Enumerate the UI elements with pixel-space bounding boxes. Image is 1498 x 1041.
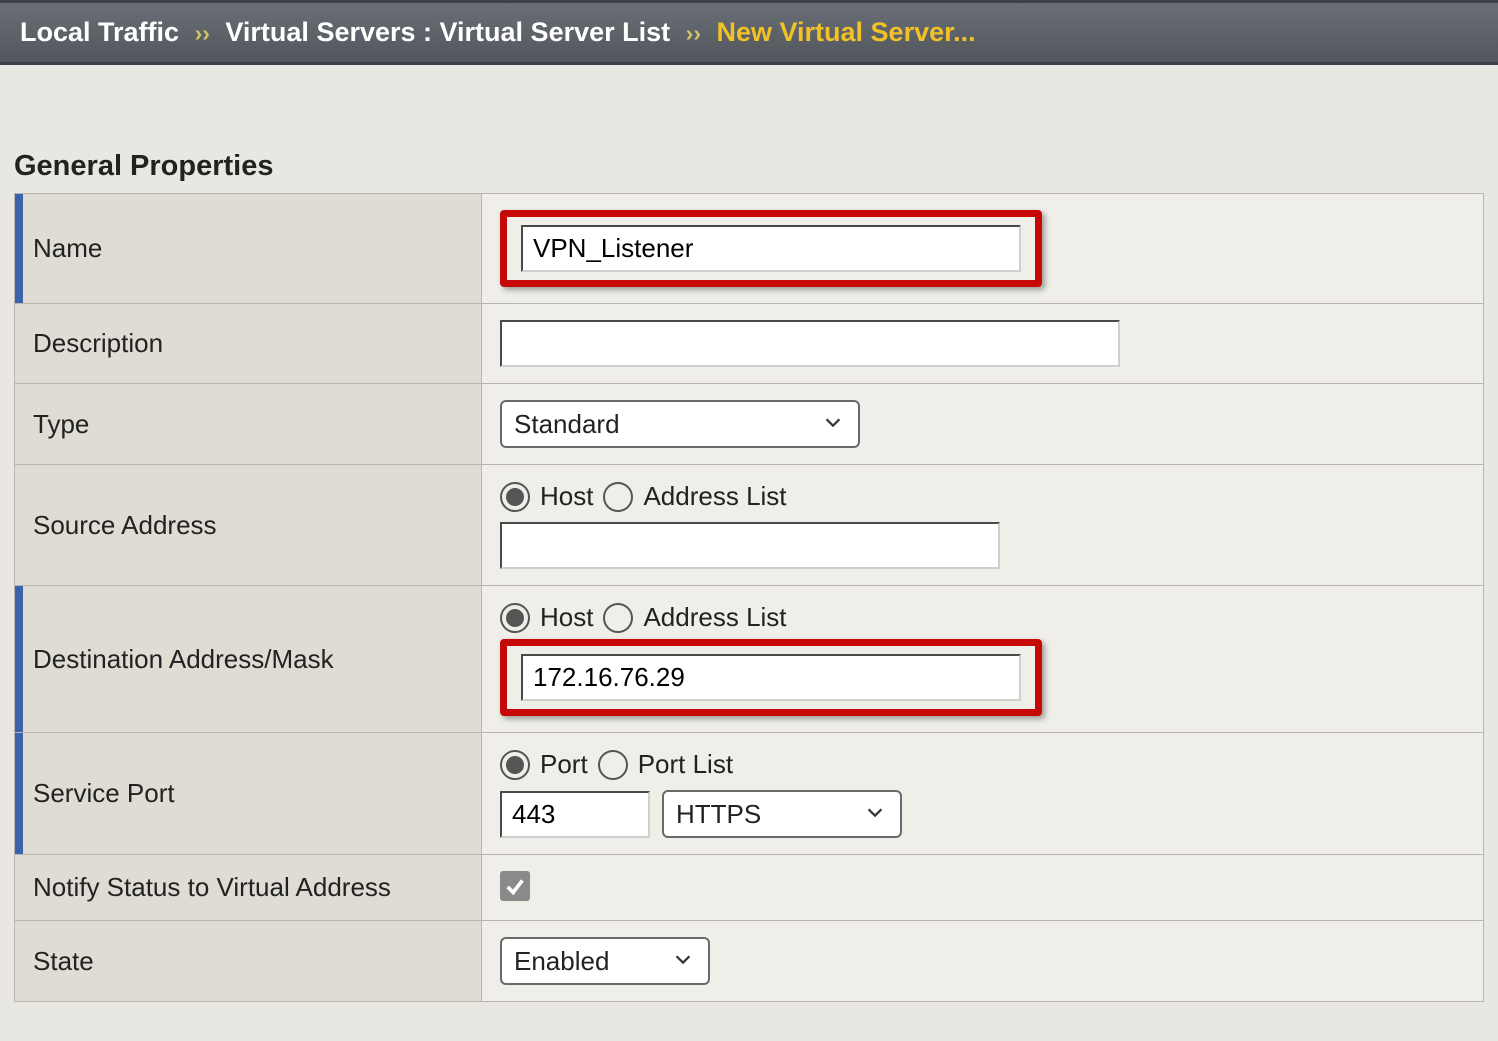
destination-host-radio[interactable] <box>500 603 530 633</box>
service-port-proto-select[interactable]: HTTPS <box>662 790 902 838</box>
label-service-port: Service Port <box>15 733 482 855</box>
crumb-local-traffic[interactable]: Local Traffic <box>20 17 179 47</box>
label-name: Name <box>15 194 482 304</box>
type-select[interactable]: Standard <box>500 400 860 448</box>
service-port-radio-group: Port Port List <box>500 749 1465 780</box>
service-port-input[interactable] <box>500 791 650 838</box>
state-select-value: Enabled <box>514 946 646 977</box>
port-list-radio-label: Port List <box>638 749 733 780</box>
label-notify-status: Notify Status to Virtual Address <box>15 855 482 921</box>
label-description: Description <box>15 304 482 384</box>
name-input[interactable] <box>521 225 1021 272</box>
source-address-input[interactable] <box>500 522 1000 569</box>
port-list-radio[interactable] <box>598 750 628 780</box>
source-list-radio-label: Address List <box>643 481 786 512</box>
check-icon <box>504 875 526 897</box>
label-destination-address: Destination Address/Mask <box>15 586 482 733</box>
port-radio[interactable] <box>500 750 530 780</box>
general-properties-table: Name Description Type Standard Source Ad… <box>14 193 1484 1002</box>
destination-address-input[interactable] <box>521 654 1021 701</box>
destination-list-radio-label: Address List <box>643 602 786 633</box>
chevron-down-icon <box>672 946 694 977</box>
highlight-destination <box>500 639 1042 716</box>
destination-list-radio[interactable] <box>603 603 633 633</box>
type-select-value: Standard <box>514 409 796 440</box>
source-host-radio-label: Host <box>540 481 593 512</box>
breadcrumb: Local Traffic ›› Virtual Servers : Virtu… <box>0 0 1498 65</box>
notify-status-checkbox[interactable] <box>500 871 530 901</box>
section-title: General Properties <box>0 120 1498 193</box>
highlight-name <box>500 210 1042 287</box>
destination-host-radio-label: Host <box>540 602 593 633</box>
chevron-down-icon <box>864 799 886 830</box>
label-type: Type <box>15 384 482 465</box>
crumb-sep-icon: ›› <box>678 20 709 46</box>
service-port-proto-value: HTTPS <box>676 799 838 830</box>
state-select[interactable]: Enabled <box>500 937 710 985</box>
label-source-address: Source Address <box>15 465 482 586</box>
crumb-current: New Virtual Server... <box>717 17 976 47</box>
port-radio-label: Port <box>540 749 588 780</box>
label-state: State <box>15 921 482 1002</box>
description-input[interactable] <box>500 320 1120 367</box>
chevron-down-icon <box>822 409 844 440</box>
crumb-virtual-servers[interactable]: Virtual Servers : Virtual Server List <box>225 17 670 47</box>
destination-address-radio-group: Host Address List <box>500 602 1465 633</box>
source-address-radio-group: Host Address List <box>500 481 1465 512</box>
source-list-radio[interactable] <box>603 482 633 512</box>
crumb-sep-icon: ›› <box>187 20 218 46</box>
source-host-radio[interactable] <box>500 482 530 512</box>
